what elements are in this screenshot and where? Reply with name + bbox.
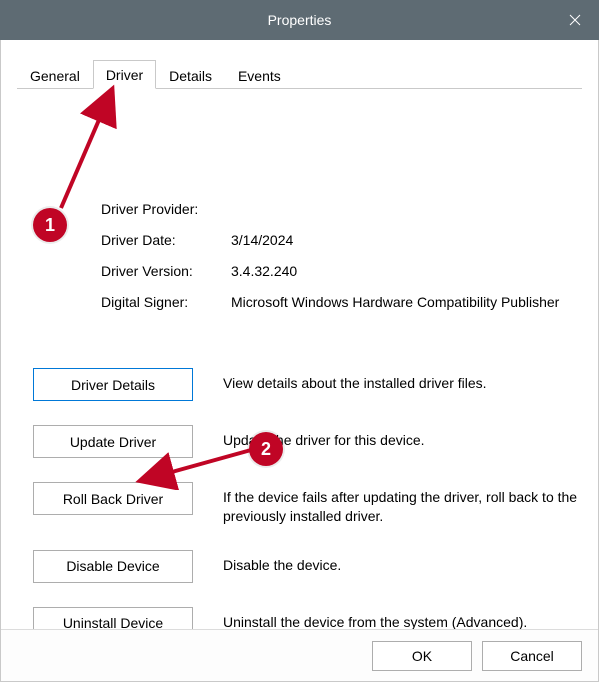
uninstall-device-desc: Uninstall the device from the system (Ad… — [223, 607, 578, 632]
tab-details[interactable]: Details — [156, 61, 225, 89]
window-body: General Driver Details Events Driver Pro… — [0, 40, 599, 682]
tab-driver[interactable]: Driver — [93, 60, 156, 89]
update-driver-button[interactable]: Update Driver — [33, 425, 193, 458]
provider-label: Driver Provider: — [101, 200, 231, 219]
annotation-step-1: 1 — [33, 208, 67, 242]
date-label: Driver Date: — [101, 231, 231, 250]
driver-info: Driver Provider: Driver Date: 3/14/2024 … — [101, 200, 578, 324]
disable-device-button[interactable]: Disable Device — [33, 550, 193, 583]
cancel-button[interactable]: Cancel — [482, 641, 582, 671]
roll-back-driver-desc: If the device fails after updating the d… — [223, 482, 578, 526]
titlebar: Properties — [0, 0, 599, 40]
driver-details-button[interactable]: Driver Details — [33, 368, 193, 401]
tab-events[interactable]: Events — [225, 61, 294, 89]
ok-button[interactable]: OK — [372, 641, 472, 671]
disable-device-desc: Disable the device. — [223, 550, 578, 575]
driver-details-desc: View details about the installed driver … — [223, 368, 578, 393]
tab-general[interactable]: General — [17, 61, 93, 89]
close-icon — [569, 14, 581, 26]
signer-label: Digital Signer: — [101, 293, 231, 312]
dialog-footer: OK Cancel — [1, 629, 598, 681]
driver-actions: Driver Details View details about the in… — [33, 368, 578, 664]
tab-bar: General Driver Details Events — [17, 59, 582, 89]
signer-value: Microsoft Windows Hardware Compatibility… — [231, 293, 578, 312]
close-button[interactable] — [551, 0, 599, 40]
version-value: 3.4.32.240 — [231, 262, 578, 281]
window-title: Properties — [268, 12, 332, 28]
roll-back-driver-button[interactable]: Roll Back Driver — [33, 482, 193, 515]
annotation-arrow-1 — [51, 80, 141, 220]
date-value: 3/14/2024 — [231, 231, 578, 250]
provider-value — [231, 200, 578, 219]
version-label: Driver Version: — [101, 262, 231, 281]
annotation-step-2: 2 — [249, 432, 283, 466]
